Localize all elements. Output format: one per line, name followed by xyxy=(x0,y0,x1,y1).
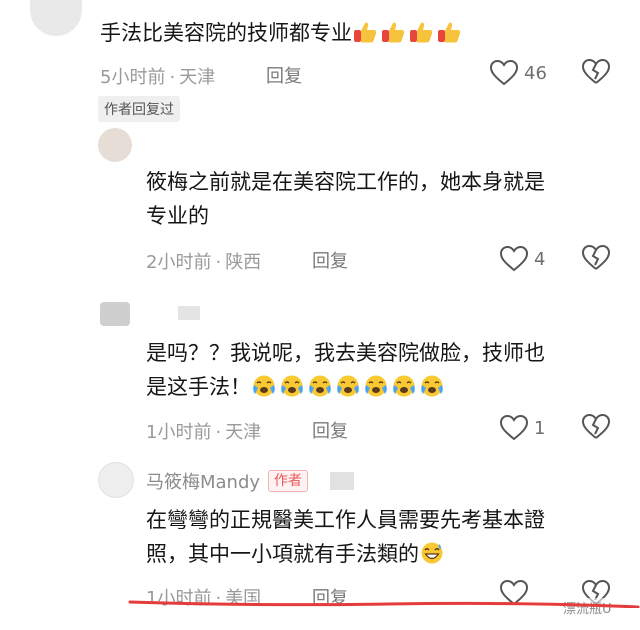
crying-face-icon xyxy=(281,375,303,397)
avatar[interactable] xyxy=(100,302,130,326)
heart-icon xyxy=(500,415,528,441)
reply-button[interactable]: 回复 xyxy=(312,247,348,273)
separator: · xyxy=(215,422,222,443)
comment-meta: 1小时前 · 天津 xyxy=(146,418,261,444)
dislike-button[interactable] xyxy=(581,413,611,444)
comment-text: 在彎彎的正規醫美工作人員需要先考基本證 照，其中一小項就有手法類的 xyxy=(146,508,545,566)
comment-meta: 5小时前 · 天津 xyxy=(100,63,215,89)
username-redacted xyxy=(178,306,200,320)
thumbs-up-icon xyxy=(382,22,405,43)
username[interactable]: 马筱梅Mandy xyxy=(146,468,260,494)
like-count: 4 xyxy=(534,248,546,270)
heart-icon xyxy=(490,60,518,86)
comment-meta: 2小时前 · 陕西 xyxy=(146,248,261,274)
dislike-button[interactable] xyxy=(581,58,611,89)
username-row: 马筱梅Mandy 作者 xyxy=(146,468,355,494)
like-count: 46 xyxy=(524,62,547,84)
emoji-row xyxy=(352,21,464,45)
broken-heart-icon xyxy=(581,58,611,84)
separator: · xyxy=(169,67,176,88)
dislike-button[interactable] xyxy=(581,244,611,275)
thumbs-up-icon xyxy=(438,22,461,43)
thumbs-up-icon xyxy=(354,22,377,43)
emoji-row xyxy=(251,375,447,399)
like-button[interactable]: 46 xyxy=(490,59,547,87)
avatar[interactable] xyxy=(98,128,132,162)
author-replied-badge: 作者回复过 xyxy=(98,96,180,122)
crying-face-icon xyxy=(253,375,275,397)
location: 陕西 xyxy=(225,252,262,273)
reply-button[interactable]: 回复 xyxy=(266,62,302,88)
crying-face-icon xyxy=(393,375,415,397)
grinning-sweat-icon xyxy=(421,542,443,564)
reply-button[interactable]: 回复 xyxy=(312,417,348,443)
crying-face-icon xyxy=(337,375,359,397)
crying-face-icon xyxy=(365,375,387,397)
comment-text: 筱梅之前就是在美容院工作的，她本身就是 专业的 xyxy=(146,170,545,228)
comment-text: 是吗？？我说呢，我去美容院做脸，技师也 是这手法！ xyxy=(146,341,545,399)
thumbs-up-icon xyxy=(410,22,433,43)
author-badge: 作者 xyxy=(268,470,309,492)
timestamp: 1小时前 xyxy=(146,422,212,443)
location: 天津 xyxy=(179,67,216,88)
crying-face-icon xyxy=(309,375,331,397)
crying-face-icon xyxy=(421,375,443,397)
like-button[interactable]: 1 xyxy=(500,414,545,442)
author-avatar[interactable] xyxy=(98,462,134,498)
heart-icon xyxy=(500,246,528,272)
broken-heart-icon xyxy=(581,244,611,270)
like-count: 1 xyxy=(534,417,546,439)
timestamp: 5小时前 xyxy=(100,67,166,88)
red-underline-annotation xyxy=(128,600,640,608)
timestamp: 2小时前 xyxy=(146,252,212,273)
location: 天津 xyxy=(225,422,262,443)
avatar[interactable] xyxy=(30,0,82,36)
comment-text: 手法比美容院的技师都专业 xyxy=(100,16,464,50)
separator: · xyxy=(215,252,222,273)
broken-heart-icon xyxy=(581,413,611,439)
emoji-row xyxy=(419,542,447,566)
like-button[interactable]: 4 xyxy=(500,245,545,273)
username-redacted xyxy=(330,472,355,490)
